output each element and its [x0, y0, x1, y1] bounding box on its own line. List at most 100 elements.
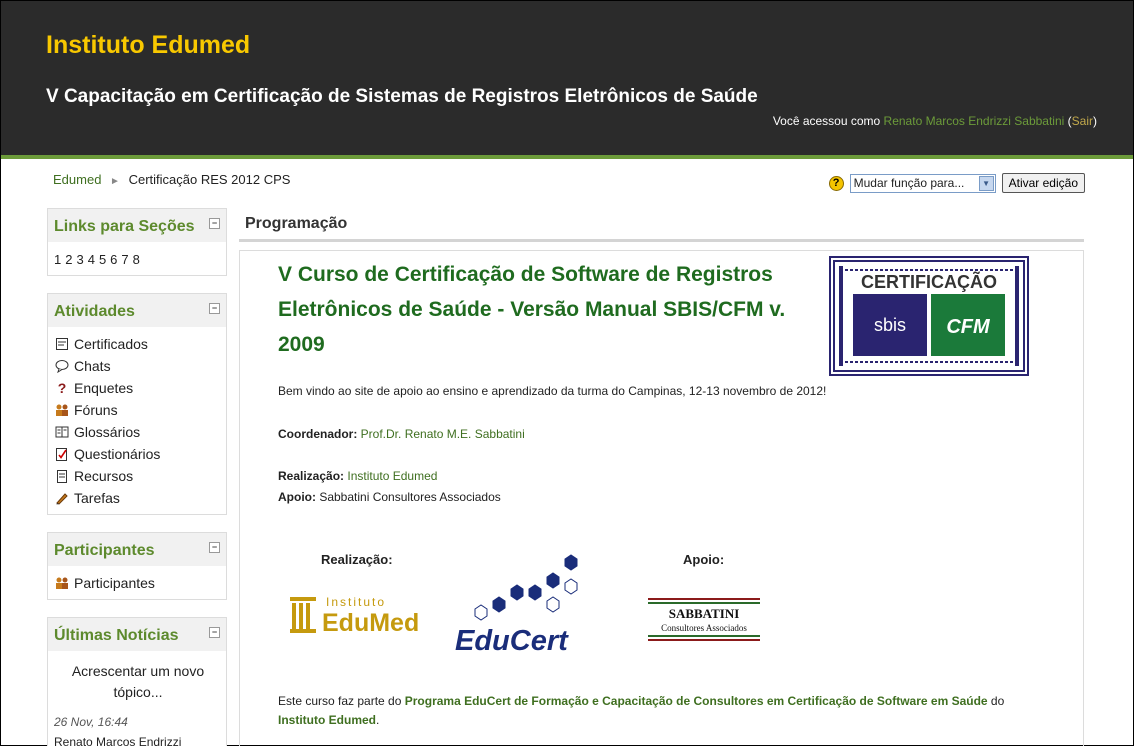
realizacao-link[interactable]: Instituto Edumed	[344, 469, 437, 483]
activity-label: Questionários	[74, 446, 161, 462]
news-body: Acrescentar um novo tópico... 26 Nov, 16…	[48, 651, 226, 746]
certificate-icon	[54, 336, 70, 352]
section-title: Programação	[239, 215, 1084, 242]
footer-middle: do	[987, 694, 1005, 708]
footer-end: .	[376, 713, 380, 727]
course-title: V Capacitação em Certificação de Sistema…	[46, 86, 758, 107]
login-info: Você acessou como Renato Marcos Endrizzi…	[773, 114, 1097, 128]
sections-block: Links para Seções − 12345678	[47, 208, 227, 276]
add-news-line-1: Acrescentar um novo	[71, 663, 205, 679]
cert-logo-top-text: CERTIFICAÇÃO	[861, 271, 997, 292]
sabbatini-logo[interactable]: SABBATINI Consultores Associados	[648, 598, 760, 642]
activities-block-title: Atividades	[54, 303, 135, 320]
activity-forums[interactable]: Fóruns	[54, 399, 226, 421]
users-icon	[54, 575, 70, 591]
sabbatini-big-text: SABBATINI	[669, 606, 740, 621]
collapse-icon[interactable]: −	[209, 542, 220, 553]
activity-quizzes[interactable]: Questionários	[54, 443, 226, 465]
section-link-8[interactable]: 8	[133, 252, 140, 267]
participants-block-title: Participantes	[54, 542, 155, 559]
main-content: V Curso de Certificação de Software de R…	[239, 250, 1084, 746]
participants-list: Participantes	[48, 566, 226, 600]
activity-label: Tarefas	[74, 490, 120, 506]
activity-resources[interactable]: Recursos	[54, 465, 226, 487]
course-heading: V Curso de Certificação de Software de R…	[278, 263, 786, 356]
coordinator-label: Coordenador:	[278, 427, 358, 441]
participants-block: Participantes − Participantes	[47, 532, 227, 600]
activity-label: Certificados	[74, 336, 148, 352]
participants-link[interactable]: Participantes	[54, 572, 226, 594]
news-author: Renato Marcos Endrizzi	[54, 735, 182, 746]
activity-label: Enquetes	[74, 380, 134, 396]
program-footer-text: Este curso faz parte do Programa EduCert…	[278, 692, 1038, 730]
section-link-5[interactable]: 5	[99, 252, 106, 267]
logout-link[interactable]: Sair	[1072, 114, 1093, 128]
apoio-value: Sabbatini Consultores Associados	[316, 490, 501, 504]
apoio-line: Apoio: Sabbatini Consultores Associados	[278, 490, 501, 504]
login-prefix: Você acessou como	[772, 114, 884, 128]
chevron-down-icon[interactable]: ▼	[978, 175, 994, 191]
activity-label: Chats	[74, 358, 111, 374]
cert-logo-sbis-text: sbis	[874, 315, 906, 335]
breadcrumb-home[interactable]: Edumed	[53, 172, 101, 187]
sections-block-title: Links para Seções	[54, 218, 195, 235]
activity-certificates[interactable]: Certificados	[54, 333, 226, 355]
news-block: Últimas Notícias − Acrescentar um novo t…	[47, 617, 227, 746]
coordinator-line: Coordenador: Prof.Dr. Renato M.E. Sabbat…	[278, 427, 525, 441]
edumed-logo[interactable]: Instituto EduMed	[288, 591, 438, 641]
section-link-3[interactable]: 3	[76, 252, 83, 267]
activity-chats[interactable]: Chats	[54, 355, 226, 377]
glossary-icon	[54, 424, 70, 440]
activities-block-header: Atividades −	[48, 294, 226, 327]
logout-close: )	[1093, 114, 1097, 128]
quiz-icon	[54, 446, 70, 462]
section-link-6[interactable]: 6	[110, 252, 117, 267]
cert-logo-cfm-text: CFM	[946, 316, 991, 338]
turn-editing-on-button[interactable]: Ativar edição	[1001, 173, 1085, 193]
forum-icon	[54, 402, 70, 418]
page-header: Instituto Edumed V Capacitação em Certif…	[1, 1, 1133, 159]
participants-block-header: Participantes −	[48, 533, 226, 566]
section-link-1[interactable]: 1	[54, 252, 61, 267]
question-icon: ?	[57, 380, 67, 396]
activities-list: Certificados Chats ? Enquetes Fóruns Glo…	[48, 327, 226, 515]
activity-assignments[interactable]: Tarefas	[54, 487, 226, 509]
sections-block-header: Links para Seções −	[48, 209, 226, 242]
role-switch-value: Mudar função para...	[853, 175, 965, 190]
instituto-edumed-link[interactable]: Instituto Edumed	[278, 713, 376, 727]
educert-logo[interactable]: EduCert	[453, 553, 618, 657]
realizacao-label: Realização:	[278, 469, 345, 483]
chat-icon	[54, 358, 70, 374]
activity-label: Fóruns	[74, 402, 118, 418]
collapse-icon[interactable]: −	[209, 627, 220, 638]
sabbatini-small-text: Consultores Associados	[661, 623, 747, 633]
welcome-text: Bem vindo ao site de apoio ao ensino e a…	[278, 384, 827, 398]
section-link-7[interactable]: 7	[121, 252, 128, 267]
participants-label: Participantes	[74, 575, 155, 591]
add-news-topic-link[interactable]: Acrescentar um novo tópico...	[54, 655, 226, 711]
site-title[interactable]: Instituto Edumed	[46, 31, 250, 60]
activity-glossaries[interactable]: Glossários	[54, 421, 226, 443]
role-switch-select[interactable]: Mudar função para... ▼	[849, 173, 996, 193]
section-link-2[interactable]: 2	[65, 252, 72, 267]
breadcrumb: Edumed ► Certificação RES 2012 CPS	[53, 172, 290, 187]
coordinator-link[interactable]: Prof.Dr. Renato M.E. Sabbatini	[357, 427, 525, 441]
activity-label: Glossários	[74, 424, 141, 440]
activity-polls[interactable]: ? Enquetes	[54, 377, 226, 399]
section-link-4[interactable]: 4	[88, 252, 95, 267]
breadcrumb-current: Certificação RES 2012 CPS	[128, 172, 291, 187]
logout-open: (	[1064, 114, 1072, 128]
news-date: 26 Nov, 16:44	[54, 715, 128, 729]
educert-text: EduCert	[455, 625, 569, 657]
educert-program-link[interactable]: Programa EduCert de Formação e Capacitaç…	[405, 694, 988, 708]
add-news-line-2: tópico...	[113, 684, 163, 700]
logos-realizacao-label: Realização:	[321, 552, 393, 567]
help-icon[interactable]: ?	[828, 175, 844, 191]
collapse-icon[interactable]: −	[209, 218, 220, 229]
edumed-big-text: EduMed	[322, 609, 419, 637]
resource-icon	[54, 468, 70, 484]
collapse-icon[interactable]: −	[209, 303, 220, 314]
breadcrumb-separator: ►	[110, 176, 120, 187]
user-name-link[interactable]: Renato Marcos Endrizzi Sabbatini	[884, 114, 1065, 128]
nav-controls: ? Mudar função para... ▼ Ativar edição	[828, 173, 1085, 193]
